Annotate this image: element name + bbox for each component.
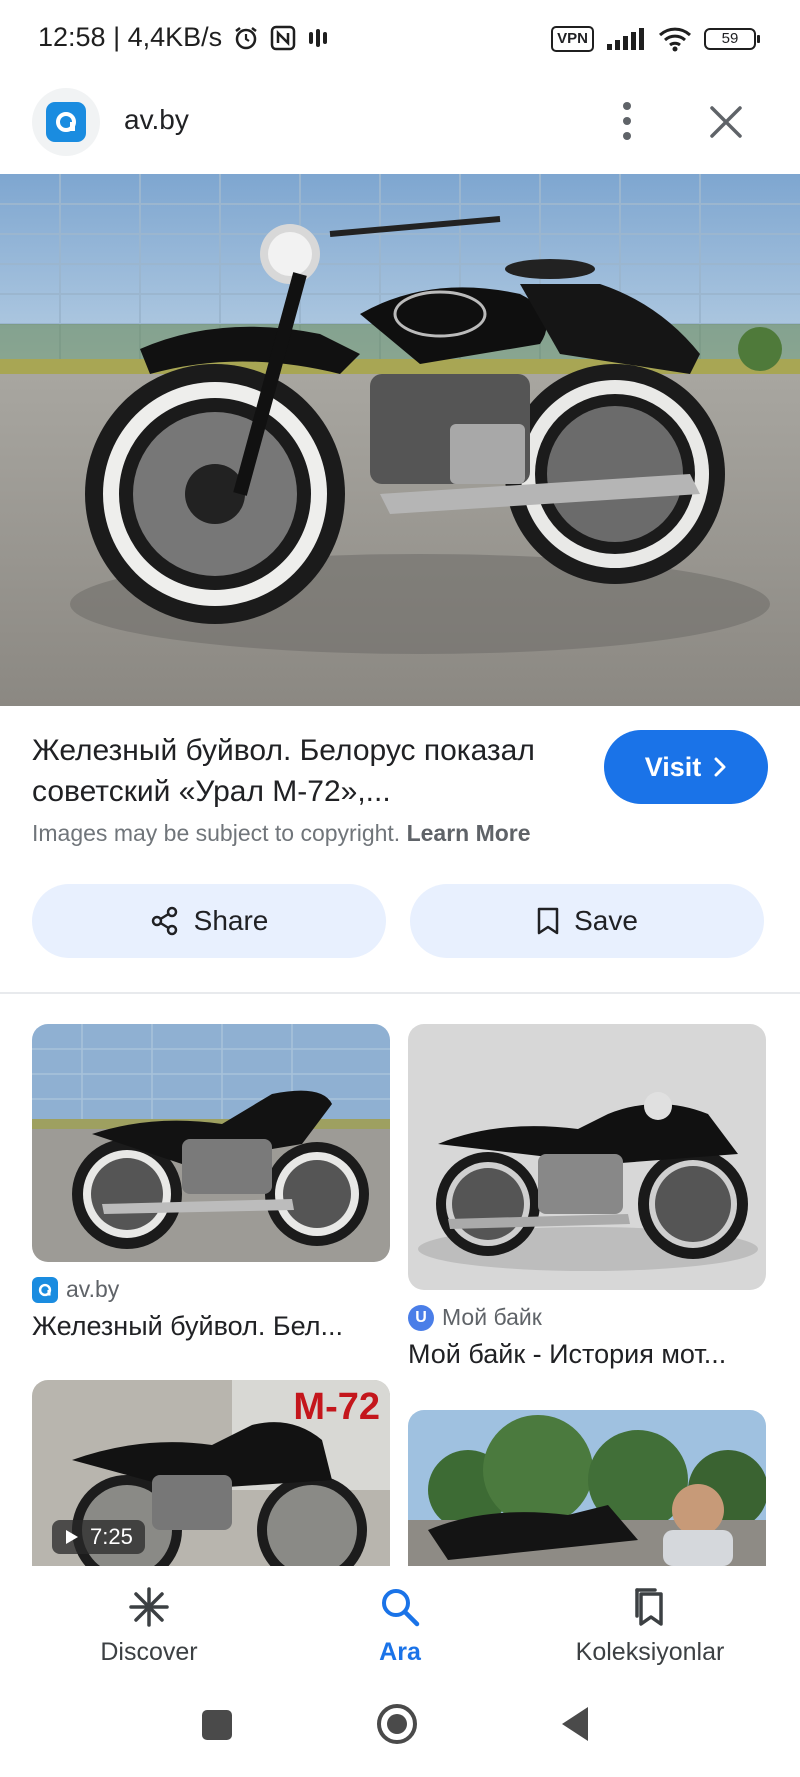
- related-video-thumbnail[interactable]: M-72 7:25: [32, 1380, 390, 1566]
- play-icon: [66, 1530, 78, 1544]
- share-label: Share: [193, 905, 269, 936]
- related-image[interactable]: [408, 1410, 766, 1566]
- video-duration: 7:25: [90, 1524, 133, 1549]
- signal-icon: [607, 28, 644, 50]
- card-source-name: av.by: [66, 1276, 120, 1302]
- more-options-icon[interactable]: [612, 96, 642, 146]
- nav-discover[interactable]: Discover: [49, 1586, 249, 1667]
- save-label: Save: [574, 905, 638, 936]
- video-duration-badge: 7:25: [52, 1520, 145, 1554]
- app-notification-icon: [309, 28, 328, 47]
- related-image[interactable]: [408, 1024, 766, 1290]
- status-left: 12:58 | 4,4KB/s: [38, 22, 330, 53]
- save-button[interactable]: Save: [410, 884, 764, 958]
- collections-icon: [635, 1588, 663, 1626]
- status-right: VPN 59: [551, 26, 760, 52]
- nav-discover-label: Discover: [100, 1638, 198, 1666]
- home-icon[interactable]: [375, 1702, 419, 1746]
- av-logo-icon: [32, 1276, 58, 1303]
- system-navigation: [0, 1696, 800, 1777]
- nfc-icon: [270, 25, 296, 50]
- wifi-icon: [658, 27, 692, 52]
- site-favicon[interactable]: [32, 88, 100, 156]
- visit-button[interactable]: Visit: [604, 730, 768, 804]
- back-icon[interactable]: [558, 1704, 592, 1744]
- status-bar: 12:58 | 4,4KB/s VPN 59: [0, 0, 800, 86]
- nav-ara-label: Ara: [379, 1638, 421, 1666]
- status-time: 12:58 | 4,4KB/s: [38, 22, 223, 52]
- learn-more-link[interactable]: Learn More: [407, 820, 531, 846]
- related-card[interactable]: av.by Железный буйвол. Бел...: [32, 1024, 390, 1342]
- share-icon: [151, 906, 177, 936]
- card-source: av.by: [32, 1276, 390, 1303]
- chevron-right-icon: [714, 757, 726, 777]
- related-card[interactable]: [408, 1410, 766, 1566]
- moy-bike-logo-icon: U: [408, 1304, 434, 1331]
- related-card[interactable]: M-72 7:25: [32, 1380, 390, 1566]
- asterisk-icon: [129, 1587, 169, 1627]
- bookmark-icon: [537, 907, 559, 935]
- close-icon[interactable]: [704, 100, 748, 144]
- site-name[interactable]: av.by: [124, 104, 189, 136]
- card-title[interactable]: Железный буйвол. Бел...: [32, 1311, 390, 1342]
- divider: [0, 992, 800, 994]
- nav-koleksiyonlar[interactable]: Koleksiyonlar: [550, 1586, 750, 1667]
- nav-koleksiyonlar-label: Koleksiyonlar: [575, 1638, 725, 1666]
- card-title[interactable]: Мой байк - История мот...: [408, 1339, 766, 1370]
- alarm-icon: [235, 26, 257, 49]
- site-header: av.by: [0, 86, 800, 172]
- card-source: U Мой байк: [408, 1304, 766, 1331]
- search-icon: [382, 1589, 420, 1627]
- video-overlay-text: M-72: [293, 1386, 380, 1428]
- card-source-name: Мой байк: [442, 1304, 542, 1330]
- related-image[interactable]: [32, 1024, 390, 1262]
- vpn-badge: VPN: [551, 26, 594, 52]
- bottom-navigation: Discover Ara Koleksiyonlar: [0, 1566, 800, 1696]
- copyright-text: Images may be subject to copyright.: [32, 820, 401, 846]
- main-image[interactable]: [0, 174, 800, 706]
- battery-indicator: 59: [704, 28, 760, 50]
- copyright-notice: Images may be subject to copyright. Lear…: [32, 820, 531, 847]
- share-button[interactable]: Share: [32, 884, 386, 958]
- nav-ara[interactable]: Ara: [300, 1586, 500, 1667]
- result-title[interactable]: Железный буйвол. Белорус показал советск…: [32, 730, 572, 812]
- av-logo-icon: [46, 102, 86, 142]
- visit-label: Visit: [644, 751, 702, 782]
- related-card[interactable]: U Мой байк Мой байк - История мот...: [408, 1024, 766, 1370]
- recents-icon[interactable]: [200, 1708, 234, 1742]
